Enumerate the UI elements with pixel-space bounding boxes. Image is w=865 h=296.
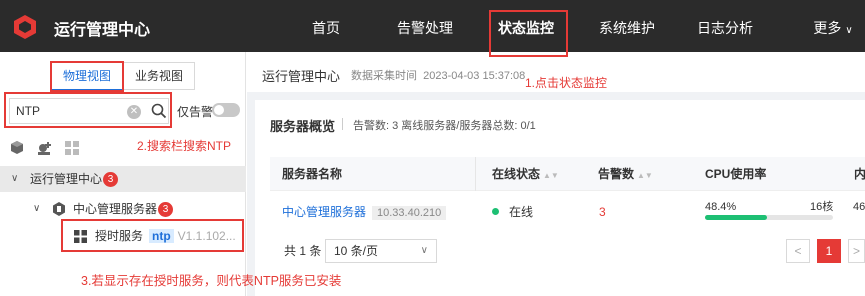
app-logo-icon xyxy=(14,15,36,39)
server-label: 中心管理服务器 xyxy=(73,202,158,216)
chevron-down-icon[interactable]: ∨ xyxy=(33,196,40,222)
add-node-icon[interactable] xyxy=(37,140,53,156)
alarm-badge: 3 xyxy=(103,172,119,187)
cell-server-name: 中心管理服务器 10.33.40.210 xyxy=(282,192,447,232)
tree-node-label: 运行管理中心 3 xyxy=(30,166,119,192)
col-online-status[interactable]: 在线状态 ▲▼ xyxy=(492,157,559,191)
tree-node-root[interactable]: ∨ 运行管理中心 3 xyxy=(0,166,246,192)
col-alarms[interactable]: 告警数 ▲▼ xyxy=(598,157,653,191)
add-group-icon[interactable] xyxy=(64,140,80,156)
add-server-icon[interactable] xyxy=(9,140,25,156)
col-memory: 内 xyxy=(854,167,865,181)
cell-cpu-cores: 16核 xyxy=(810,201,834,213)
chevron-down-icon: ∨ xyxy=(420,245,428,256)
nav-more-label: 更多 xyxy=(813,20,842,36)
cpu-progress-fill xyxy=(705,215,767,220)
tab-business-view[interactable]: 业务视图 xyxy=(123,62,195,90)
chevron-down-icon: ∨ xyxy=(845,25,853,36)
highlight-ntp-service xyxy=(61,219,244,252)
page-button-1[interactable]: 1 xyxy=(817,239,841,263)
sort-icon[interactable]: ▲▼ xyxy=(637,171,653,180)
collect-time-value: 2023-04-03 15:37:08 xyxy=(423,70,526,82)
total-count: 共 1 条 xyxy=(284,244,322,258)
server-icon xyxy=(53,202,65,216)
nav-log-analysis[interactable]: 日志分析 xyxy=(690,0,760,52)
collect-time: 数据采集时间 2023-04-03 15:37:08 xyxy=(351,67,525,83)
highlight-status-monitor xyxy=(489,10,568,57)
col-label: 告警数 xyxy=(598,167,635,181)
cell-memory: 46 xyxy=(853,201,865,213)
nav-home[interactable]: 首页 xyxy=(300,0,352,52)
table-header: 服务器名称 在线状态 ▲▼ 告警数 ▲▼ CPU使用率 内 xyxy=(270,157,865,191)
prev-page-button[interactable]: < xyxy=(786,239,810,263)
root-label: 运行管理中心 xyxy=(30,172,103,186)
top-nav-bar: 运行管理中心 首页 告警处理 状态监控 系统维护 日志分析 更多 ∨ xyxy=(0,0,865,52)
server-link[interactable]: 中心管理服务器 xyxy=(282,205,366,219)
cell-cpu-value: 48.4% xyxy=(705,201,737,213)
divider xyxy=(342,118,343,130)
app-title: 运行管理中心 xyxy=(54,22,151,39)
next-page-button[interactable]: > xyxy=(848,239,865,263)
alarm-only-label: 仅告警 xyxy=(177,105,214,119)
sort-icon[interactable]: ▲▼ xyxy=(543,171,559,180)
col-server-name: 服务器名称 xyxy=(282,167,343,181)
card-title: 服务器概览 xyxy=(270,119,336,134)
annotation-step1: 1.点击状态监控 xyxy=(525,76,608,90)
cell-status: 在线 xyxy=(492,192,533,232)
collect-label: 数据采集时间 xyxy=(351,70,417,82)
nav-alarm-handling[interactable]: 告警处理 xyxy=(392,0,458,52)
cell-alarms: 3 xyxy=(599,205,606,219)
nav-system-maintenance[interactable]: 系统维护 xyxy=(592,0,662,52)
chevron-down-icon[interactable]: ∨ xyxy=(11,166,18,192)
annotation-step3: 3.若显示存在授时服务，则代表NTP服务已安装 xyxy=(81,274,342,288)
divider xyxy=(475,157,476,191)
page-title: 运行管理中心 xyxy=(262,69,341,84)
online-dot-icon xyxy=(492,208,499,215)
annotation-step2: 2.搜索栏搜索NTP xyxy=(137,139,232,153)
col-cpu: CPU使用率 xyxy=(705,167,767,181)
status-text: 在线 xyxy=(509,205,534,219)
ip-badge: 10.33.40.210 xyxy=(372,206,447,220)
alarm-badge: 3 xyxy=(158,202,174,217)
card-stats: 告警数: 3 离线服务器/服务器总数: 0/1 xyxy=(353,120,536,132)
page-size-select[interactable]: 10 条/页 ∨ xyxy=(325,239,437,263)
highlight-search xyxy=(4,92,172,128)
cpu-progress-bar xyxy=(705,215,833,220)
alarm-only-toggle[interactable] xyxy=(212,103,240,117)
nav-more[interactable]: 更多 ∨ xyxy=(806,0,860,52)
highlight-physical-view xyxy=(50,61,124,92)
col-label: 在线状态 xyxy=(492,167,541,181)
toggle-knob xyxy=(214,105,224,115)
page-size-value: 10 条/页 xyxy=(334,244,379,258)
